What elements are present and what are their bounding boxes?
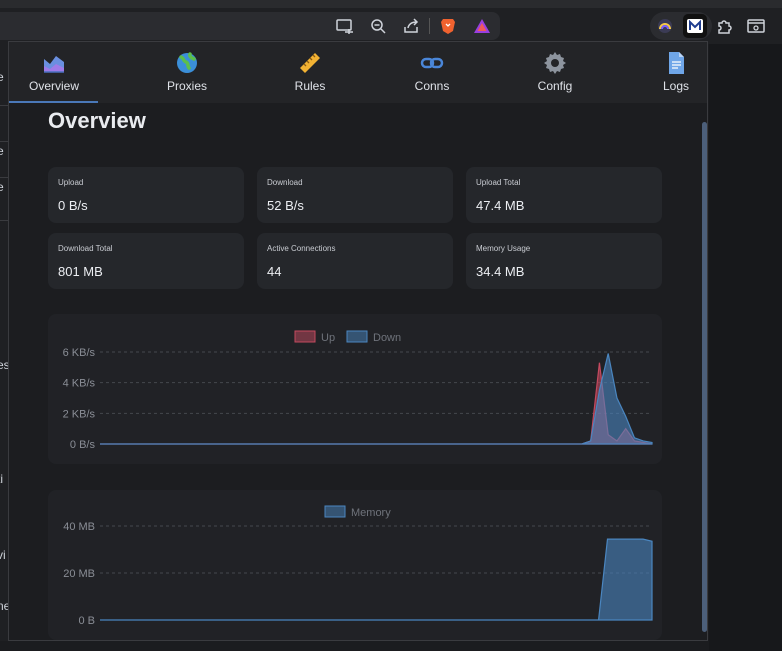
background-text-fragment: vi [0,548,6,562]
stat-label: Download [267,178,303,187]
background-text-fragment: e [0,70,4,84]
tab-proxies[interactable]: Proxies [131,42,243,103]
browser-top-strip [0,0,782,8]
zoom-out-icon[interactable] [366,14,390,38]
stat-label: Download Total [58,244,113,253]
legend-label: Up [321,332,335,344]
stat-value: 34.4 MB [476,264,525,279]
brave-rewards-icon[interactable] [470,14,494,38]
clash-extension-icon[interactable] [683,14,707,38]
stat-value: 52 B/s [267,198,304,213]
background-text-fragment: e [0,144,4,158]
stat-value: 47.4 MB [476,198,525,213]
page-background-bottom [0,641,709,651]
y-tick-label: 4 KB/s [63,378,96,390]
tab-label: Conns [414,79,450,93]
globe-icon [177,52,197,73]
y-tick-label: 0 B/s [70,439,96,451]
stat-value: 801 MB [58,264,103,279]
tab-label: Config [537,79,573,93]
tab-bar: Overview Proxies Rules Conns Config Logs [9,42,707,103]
document-icon [669,52,684,74]
legend-swatch [324,505,346,518]
extensions-puzzle-icon[interactable] [713,14,737,38]
active-tab-indicator [9,101,98,103]
stat-value: 0 B/s [58,198,88,213]
traffic-chart-card: 6 KB/s 4 KB/s 2 KB/s 0 B/s Up Down [48,314,662,464]
page-title: Overview [48,108,146,133]
legend-swatch [346,330,368,343]
toolbar-separator [429,18,430,34]
rainbow-extension-icon[interactable] [653,14,677,38]
address-bar[interactable] [0,12,500,40]
y-tick-label: 20 MB [63,568,95,580]
share-icon[interactable] [399,14,423,38]
legend-label: Memory [351,507,391,519]
link-icon [420,57,444,69]
stat-card-download: Download 52 B/s [257,167,453,223]
stat-value: 44 [267,264,282,279]
page-background-right [709,44,782,651]
traffic-chart: 6 KB/s 4 KB/s 2 KB/s 0 B/s Up Down [63,330,653,451]
series-area-down [100,353,653,445]
tab-label: Rules [294,79,326,93]
stat-card-memory-usage: Memory Usage 34.4 MB [466,233,662,289]
background-text-fragment: e [0,180,4,194]
brave-shields-icon[interactable] [436,14,460,38]
legend-swatch [294,330,316,343]
ruler-icon [300,53,320,73]
stat-label: Upload [58,178,84,187]
legend-label: Down [373,332,401,344]
tab-label: Proxies [166,79,207,93]
tab-overview[interactable]: Overview [9,42,110,103]
y-tick-label: 40 MB [63,521,95,533]
y-tick-label: 6 KB/s [63,347,96,359]
y-tick-label: 0 B [78,615,95,627]
series-area-memory [100,538,653,621]
tab-config[interactable]: Config [499,42,611,103]
tab-label: Overview [28,79,79,93]
install-app-icon[interactable] [333,14,357,38]
chart-area-icon [44,56,64,73]
tab-rules[interactable]: Rules [254,42,366,103]
memory-chart: 40 MB 20 MB 0 B Memory [63,505,653,627]
background-text-fragment: ti [0,472,3,486]
stat-card-upload-total: Upload Total 47.4 MB [466,167,662,223]
stat-label: Memory Usage [476,244,531,253]
clash-dashboard-popup: Overview Proxies Rules Conns Config Logs… [8,41,708,641]
stat-label: Active Connections [267,244,336,253]
memory-chart-card: 40 MB 20 MB 0 B Memory [48,490,662,640]
gear-icon [544,52,566,74]
tab-conns[interactable]: Conns [376,42,488,103]
y-tick-label: 2 KB/s [63,408,96,420]
tab-label: Logs [662,79,690,93]
reader-mode-icon[interactable] [744,14,768,38]
tab-logs[interactable]: Logs [620,42,707,103]
stat-label: Upload Total [476,178,521,187]
stat-card-active-connections: Active Connections 44 [257,233,453,289]
scrollbar[interactable] [702,122,707,632]
series-area-up [100,362,653,445]
stat-card-upload: Upload 0 B/s [48,167,244,223]
stat-card-download-total: Download Total 801 MB [48,233,244,289]
